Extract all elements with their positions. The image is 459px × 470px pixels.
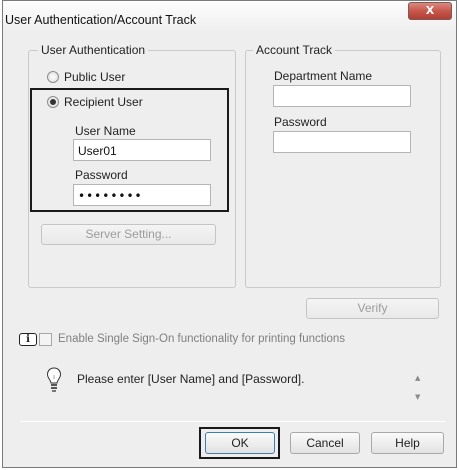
window-title: User Authentication/Account Track — [5, 13, 197, 27]
user-password-field[interactable]: •••••••• — [73, 184, 211, 206]
user-password-label: Password — [75, 168, 128, 182]
public-user-label[interactable]: Public User — [64, 70, 125, 84]
info-icon: i — [19, 333, 37, 346]
cancel-button[interactable]: Cancel — [290, 432, 360, 454]
public-user-radio[interactable] — [47, 71, 59, 83]
recipient-user-label[interactable]: Recipient User — [64, 95, 143, 109]
user-name-field[interactable]: User01 — [73, 139, 211, 161]
user-authentication-legend: User Authentication — [38, 43, 149, 57]
recipient-user-radio[interactable] — [47, 96, 59, 108]
footer-divider — [20, 421, 445, 422]
help-button[interactable]: Help — [371, 432, 444, 454]
lightbulb-icon — [46, 366, 62, 396]
user-name-label: User Name — [75, 124, 136, 138]
ok-button[interactable]: OK — [205, 432, 275, 454]
verify-button[interactable]: Verify — [306, 298, 439, 319]
account-track-legend: Account Track — [253, 43, 336, 57]
close-button[interactable]: X — [408, 2, 452, 20]
department-name-label: Department Name — [274, 69, 373, 83]
sso-checkbox[interactable] — [39, 333, 52, 346]
scroll-down-icon[interactable]: ▼ — [415, 393, 420, 401]
account-password-field[interactable] — [273, 131, 411, 153]
department-name-field[interactable] — [273, 85, 411, 107]
close-icon: X — [425, 4, 435, 17]
sso-label[interactable]: Enable Single Sign-On functionality for … — [58, 333, 345, 345]
server-setting-button[interactable]: Server Setting... — [41, 224, 216, 245]
message-text: Please enter [User Name] and [Password]. — [77, 372, 305, 386]
account-password-label: Password — [274, 115, 327, 129]
scroll-up-icon[interactable]: ▲ — [415, 374, 420, 382]
